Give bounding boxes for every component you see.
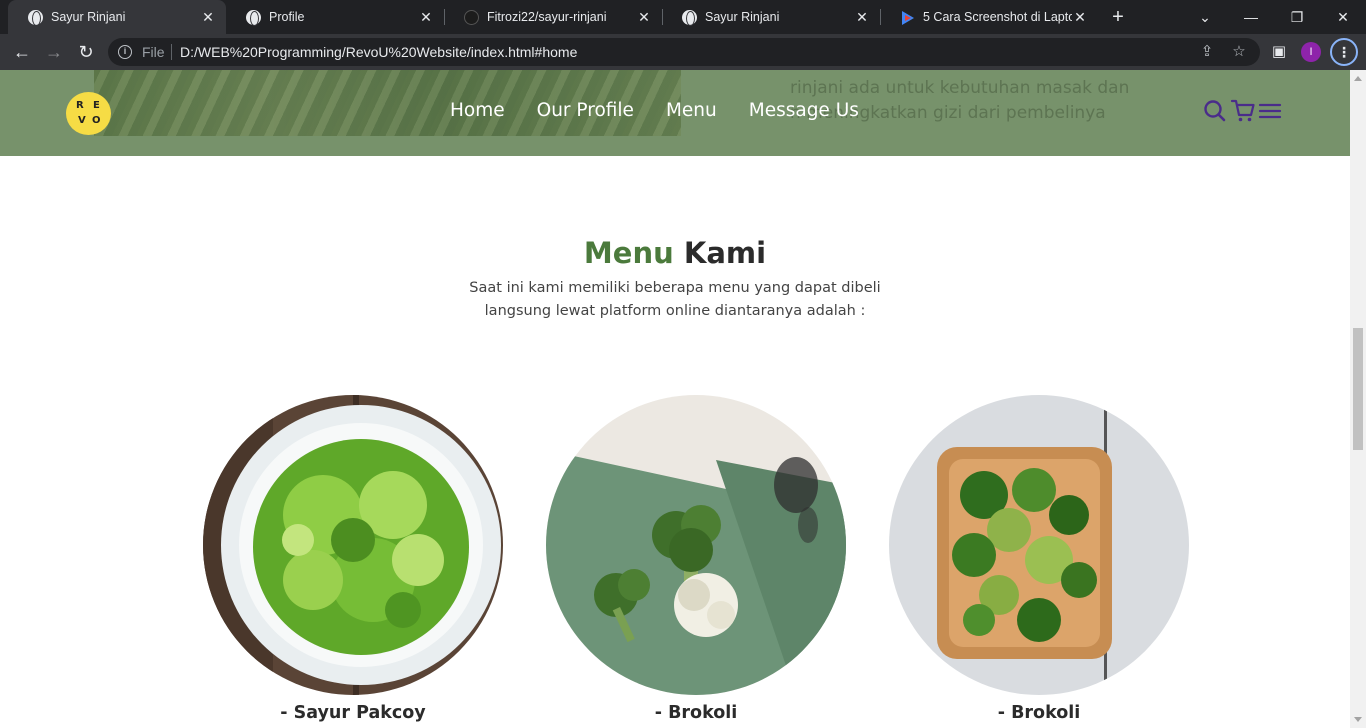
title-main: Kami [683,236,767,270]
menu-item-name: - Sayur Pakcoy [280,703,426,723]
tab-title: Fitrozi22/sayur-rinjani [487,10,607,24]
tab-screenshot-article[interactable]: 5 Cara Screenshot di Laptop ✕ [880,0,1098,34]
back-button[interactable]: ← [10,40,34,64]
menu-item-name: - Brokoli [997,703,1081,723]
description-line: Saat ini kami memiliki beberapa menu yan… [469,280,881,296]
tab-profile[interactable]: Profile ✕ [226,0,444,34]
reload-button[interactable]: ↻ [74,40,98,64]
address-bar[interactable]: i File D:/WEB%20Programming/RevoU%20Webs… [108,38,1260,66]
tab-search-button[interactable]: ⌄ [1182,0,1228,34]
menu-item-image [203,395,503,695]
nav-menu[interactable]: Menu [666,100,717,121]
main-nav: Home Our Profile Menu Message Us [450,100,891,121]
globe-icon [246,9,261,26]
logo-letter: E [93,100,100,111]
tab-title: Sayur Rinjani [705,10,780,24]
omnibox-divider [171,44,172,60]
close-icon[interactable]: ✕ [418,9,434,26]
browser-toolbar: ← → ↻ i File D:/WEB%20Programming/RevoU%… [0,34,1366,70]
search-icon[interactable] [1202,98,1228,124]
site-header: rinjani ada untuk kebutuhan masak dan n … [0,70,1350,156]
file-label: File [142,44,165,60]
title-accent: Menu [583,236,674,270]
github-icon [464,9,479,25]
scroll-down-arrow-icon[interactable] [1354,717,1362,722]
hero-text-line: rinjani ada untuk kebutuhan masak dan [790,78,1130,98]
menu-section-description: Saat ini kami memiliki beberapa menu yan… [400,277,950,323]
forward-button[interactable]: → [42,40,66,64]
scroll-up-arrow-icon[interactable] [1354,76,1362,81]
video-icon [900,10,915,25]
menu-section-title: Menu Kami [0,236,1350,270]
share-icon[interactable]: ⇪ [1198,43,1216,61]
new-tab-button[interactable]: + [1106,5,1130,29]
tab-title: 5 Cara Screenshot di Laptop [923,10,1072,24]
restore-button[interactable]: ❐ [1274,0,1320,34]
menu-card[interactable]: - Brokoli [889,395,1189,723]
close-icon[interactable]: ✕ [854,9,870,26]
window-close-button[interactable]: ✕ [1320,0,1366,34]
tab-strip: Sayur Rinjani ✕ Profile ✕ Fitrozi22/sayu… [0,0,1366,34]
tab-title: Profile [269,10,305,24]
page-viewport: rinjani ada untuk kebutuhan masak dan n … [0,70,1350,728]
logo-letter: O [92,115,101,126]
menu-card[interactable]: - Sayur Pakcoy [203,395,503,723]
profile-avatar[interactable]: I [1301,42,1321,62]
minimize-button[interactable]: — [1228,0,1274,34]
tab-title: Sayur Rinjani [51,10,126,24]
info-icon[interactable]: i [118,45,132,59]
tab-github[interactable]: Fitrozi22/sayur-rinjani ✕ [444,0,662,34]
close-icon[interactable]: ✕ [636,9,652,26]
globe-icon [682,9,697,26]
site-logo[interactable]: R E V O [66,92,111,135]
side-panel-icon[interactable]: ▣ [1269,42,1289,62]
tab-sayur-rinjani-2[interactable]: Sayur Rinjani ✕ [662,0,880,34]
nav-home[interactable]: Home [450,100,505,121]
menu-card[interactable]: - Brokoli [546,395,846,723]
globe-icon [28,9,43,26]
browser-menu-button[interactable]: ⋮ [1330,38,1358,66]
nav-our-profile[interactable]: Our Profile [537,100,634,121]
close-icon[interactable]: ✕ [1072,9,1088,26]
url-text[interactable]: D:/WEB%20Programming/RevoU%20Website/ind… [180,44,577,60]
nav-message-us[interactable]: Message Us [749,100,859,121]
logo-letter: R [76,100,84,111]
close-icon[interactable]: ✕ [200,9,216,26]
cart-icon[interactable] [1230,98,1256,124]
menu-item-name: - Brokoli [654,703,738,723]
page-scrollbar[interactable] [1350,70,1366,728]
scroll-thumb[interactable] [1353,328,1363,450]
hamburger-icon[interactable] [1257,98,1283,124]
menu-item-image [546,395,846,695]
description-line: langsung lewat platform online diantaran… [484,303,866,319]
bookmark-star-icon[interactable]: ☆ [1230,43,1248,61]
tab-sayur-rinjani[interactable]: Sayur Rinjani ✕ [8,0,226,34]
menu-item-image [889,395,1189,695]
logo-letter: V [78,115,86,126]
